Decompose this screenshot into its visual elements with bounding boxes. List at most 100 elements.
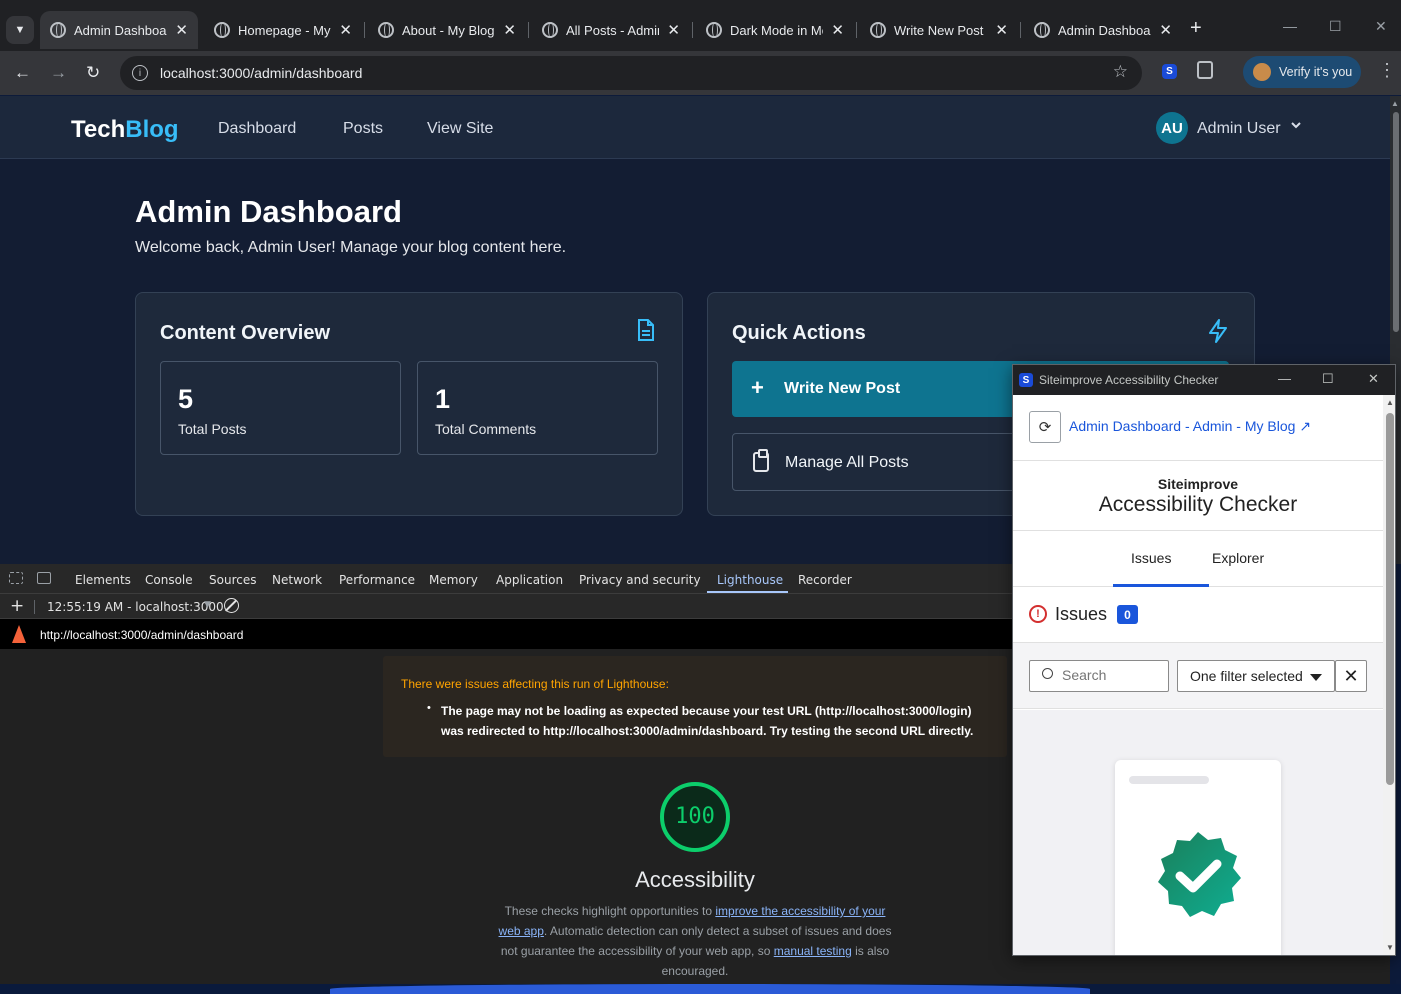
siteimprove-scrollbar[interactable]: ▲ ▼ [1383, 395, 1395, 955]
page-title: Admin Dashboard [135, 194, 402, 229]
browser-tab[interactable]: Homepage - My Blog ✕ [204, 11, 362, 49]
browser-tab[interactable]: About - My Blog ✕ [368, 11, 526, 49]
site-info-icon[interactable]: i [132, 65, 148, 81]
clear-reports-icon[interactable] [224, 598, 239, 613]
globe-icon [870, 22, 886, 38]
address-bar[interactable]: i localhost:3000/admin/dashboard ☆ [120, 56, 1142, 90]
siteimprove-brand: Siteimprove Accessibility Checker [1013, 461, 1383, 531]
tab-privacy-security[interactable]: Privacy and security [579, 573, 701, 587]
tab-title: Homepage - My Blog [238, 22, 331, 38]
back-icon[interactable]: ← [14, 62, 31, 84]
site-header: TechBlog Dashboard Posts View Site AU Ad… [0, 96, 1390, 159]
forward-icon[interactable]: → [50, 62, 67, 84]
tab-memory[interactable]: Memory [429, 573, 478, 587]
close-icon[interactable]: ✕ [1368, 371, 1379, 387]
address-url[interactable]: localhost:3000/admin/dashboard [160, 65, 362, 81]
product-name: Accessibility Checker [1098, 493, 1298, 516]
close-icon[interactable]: ✕ [339, 21, 352, 39]
browser-tab[interactable]: Write New Post - ✕ [860, 11, 1018, 49]
inspect-element-icon[interactable] [9, 572, 23, 584]
tab-explorer[interactable]: Explorer [1212, 550, 1264, 566]
reload-icon[interactable]: ↻ [86, 62, 100, 84]
tab-title: About - My Blog [402, 22, 495, 38]
alert-icon: ! [1029, 605, 1047, 623]
profile-avatar [1253, 63, 1271, 81]
verify-profile-button[interactable]: Verify it's you [1243, 56, 1361, 88]
active-tab-indicator [707, 591, 788, 593]
nav-view-site[interactable]: View Site [427, 120, 493, 138]
check-seal-icon [1158, 832, 1241, 917]
lighthouse-logo-icon [12, 625, 26, 643]
tab-elements[interactable]: Elements [75, 573, 131, 587]
clear-filter-button[interactable]: ✕ [1335, 660, 1367, 692]
user-menu-name[interactable]: Admin User [1197, 120, 1281, 138]
user-avatar[interactable]: AU [1156, 112, 1188, 144]
scroll-down-icon[interactable]: ▼ [1386, 943, 1394, 952]
tab-issues[interactable]: Issues [1131, 550, 1171, 566]
close-window-icon[interactable]: ✕ [1375, 18, 1387, 35]
filter-value: One filter selected [1190, 668, 1303, 684]
dropdown-arrow-icon[interactable]: ▼ [204, 600, 211, 610]
tab-recorder[interactable]: Recorder [798, 573, 852, 587]
caret-down-icon [1310, 674, 1322, 681]
stat-value: 5 [178, 384, 194, 414]
close-icon[interactable]: ✕ [503, 21, 516, 39]
tab-console[interactable]: Console [145, 573, 193, 587]
device-toolbar-icon[interactable] [37, 572, 51, 584]
desktop-taskbar-edge [0, 984, 1401, 994]
site-logo[interactable]: TechBlog [71, 116, 179, 144]
close-icon[interactable]: ✕ [175, 21, 188, 39]
globe-icon [542, 22, 558, 38]
tab-network[interactable]: Network [272, 573, 322, 587]
search-field[interactable] [1029, 660, 1169, 692]
close-icon[interactable]: ✕ [995, 21, 1008, 39]
minimize-icon[interactable]: — [1278, 371, 1291, 386]
chevron-down-icon[interactable] [1290, 119, 1302, 134]
tab-performance[interactable]: Performance [339, 573, 415, 587]
scroll-up-icon[interactable]: ▲ [1386, 398, 1394, 407]
globe-icon [50, 22, 66, 38]
bookmark-star-icon[interactable]: ☆ [1113, 62, 1128, 82]
siteimprove-extension-icon[interactable]: S [1162, 64, 1177, 79]
button-label: Write New Post [784, 380, 901, 397]
globe-icon [706, 22, 722, 38]
close-icon[interactable]: ✕ [667, 21, 680, 39]
nav-dashboard[interactable]: Dashboard [218, 120, 296, 138]
close-icon[interactable]: ✕ [1159, 21, 1172, 39]
filter-select[interactable]: One filter selected [1177, 660, 1335, 692]
new-report-button[interactable]: + [10, 596, 24, 616]
browser-toolbar: ← → ↻ i localhost:3000/admin/dashboard ☆ [0, 51, 1401, 95]
manual-testing-link[interactable]: manual testing [774, 944, 852, 958]
score-value: 100 [675, 804, 715, 829]
warning-title: There were issues affecting this run of … [401, 677, 669, 691]
nav-posts[interactable]: Posts [343, 120, 383, 138]
scroll-thumb[interactable] [1386, 413, 1394, 785]
tab-sources[interactable]: Sources [209, 573, 256, 587]
report-session-select[interactable]: 12:55:19 AM - localhost:3000 [47, 600, 224, 614]
tab-application[interactable]: Application [496, 573, 563, 587]
tab-search-icon[interactable]: ▼ [6, 16, 34, 44]
page-link[interactable]: Admin Dashboard - Admin - My Blog ↗ [1069, 418, 1311, 435]
tab-title: Admin Dashboard [74, 22, 167, 38]
minimize-icon[interactable]: — [1283, 18, 1297, 34]
bullet: • [427, 702, 431, 714]
tab-lighthouse[interactable]: Lighthouse [717, 573, 783, 587]
report-url: http://localhost:3000/admin/dashboard [40, 628, 244, 642]
maximize-icon[interactable]: ☐ [1322, 371, 1334, 387]
close-icon[interactable]: ✕ [831, 21, 844, 39]
issues-label: Issues [1055, 604, 1108, 624]
browser-tab[interactable]: Dark Mode in Modern ✕ [696, 11, 854, 49]
browser-tab[interactable]: Admin Dashboard ✕ [1024, 11, 1182, 49]
browser-menu-icon[interactable]: ⋮ [1378, 60, 1396, 81]
extensions-puzzle-icon[interactable] [1197, 61, 1213, 79]
search-input[interactable] [1062, 667, 1162, 683]
verify-label: Verify it's you [1279, 65, 1353, 79]
new-tab-button[interactable]: + [1190, 18, 1202, 38]
page-scroll-thumb[interactable] [1393, 112, 1399, 332]
browser-tab[interactable]: All Posts - Admin ✕ [532, 11, 690, 49]
maximize-icon[interactable]: ☐ [1329, 18, 1342, 35]
refresh-icon[interactable]: ⟳ [1029, 411, 1061, 443]
button-label: Manage All Posts [785, 454, 909, 471]
scroll-up-icon[interactable]: ▲ [1391, 99, 1399, 108]
browser-tab[interactable]: Admin Dashboard ✕ [40, 11, 198, 49]
